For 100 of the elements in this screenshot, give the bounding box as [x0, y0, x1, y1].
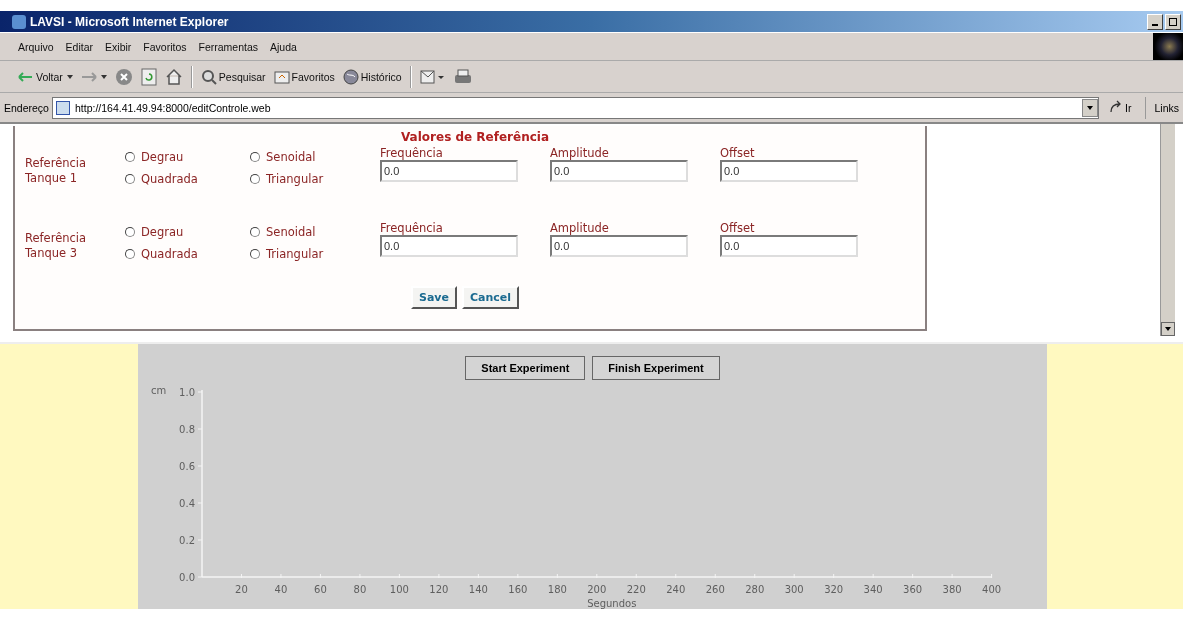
tick-label: 100	[389, 584, 409, 595]
stop-icon	[114, 67, 133, 86]
page-icon	[55, 100, 70, 115]
tick-label: 400	[981, 584, 1001, 595]
home-button[interactable]	[164, 68, 183, 85]
option-label: Degrau	[141, 150, 184, 164]
scrollbar[interactable]	[1160, 124, 1175, 336]
tick-label: 160	[507, 584, 527, 595]
radio-option[interactable]: Degrau	[125, 148, 250, 166]
tick-label: 80	[353, 584, 366, 595]
printer-icon	[453, 68, 472, 85]
field-label: Frequência	[380, 221, 444, 235]
menu-item[interactable]: Favoritos	[143, 40, 187, 53]
menu-item[interactable]: Editar	[65, 40, 94, 53]
cancel-button[interactable]: Cancel	[461, 286, 520, 309]
tick-label: 120	[428, 584, 448, 595]
mail-button[interactable]	[419, 68, 446, 85]
input-field[interactable]: 0.0	[550, 160, 688, 182]
option-label: Quadrada	[141, 247, 198, 261]
field-label: Amplitude	[550, 221, 610, 235]
option-label: Triangular	[266, 172, 324, 186]
tick-label: 240	[665, 584, 685, 595]
history-button[interactable]: Histórico	[342, 68, 402, 85]
back-button[interactable]: Voltar	[18, 70, 63, 83]
input-field[interactable]: 0.0	[720, 235, 858, 257]
tick-label: 220	[626, 584, 646, 595]
radio-button[interactable]	[250, 174, 260, 184]
radio-button[interactable]	[125, 174, 135, 184]
input-field[interactable]: 0.0	[550, 235, 688, 257]
input-field[interactable]: 0.0	[720, 160, 858, 182]
input-field[interactable]: 0.0	[380, 235, 518, 257]
favorites-button[interactable]: Favoritos	[273, 69, 335, 84]
radio-button[interactable]	[250, 249, 260, 259]
tick-label: 0.6	[178, 461, 195, 472]
radio-option[interactable]: Quadrada	[125, 245, 250, 263]
window-title: LAVSI - Microsoft Internet Explorer	[30, 14, 230, 29]
tick-label: 140	[468, 584, 488, 595]
save-button[interactable]: Save	[410, 286, 457, 309]
tick-label: 320	[823, 584, 843, 595]
minimize-button[interactable]	[1147, 13, 1163, 30]
row-label: Referência Tanque 1	[25, 155, 88, 187]
radio-button[interactable]	[125, 152, 135, 162]
go-button[interactable]: Ir	[1099, 96, 1147, 119]
address-field[interactable]: http://164.41.49.94:8000/editControle.web	[51, 96, 1100, 119]
tick-label: 0.2	[178, 535, 195, 546]
tick-label: 280	[744, 584, 764, 595]
search-icon	[200, 68, 217, 85]
radio-option[interactable]: Triangular	[250, 245, 370, 263]
option-label: Degrau	[141, 225, 184, 239]
arrow-left-icon	[18, 70, 34, 83]
scroll-down-button[interactable]	[1161, 322, 1175, 336]
option-label: Triangular	[266, 247, 324, 261]
radio-button[interactable]	[250, 227, 260, 237]
globe-icon	[342, 68, 359, 85]
radio-button[interactable]	[250, 152, 260, 162]
field-label: Amplitude	[550, 146, 610, 160]
radio-button[interactable]	[125, 227, 135, 237]
tick-label: 40	[274, 584, 287, 595]
tick-label: 380	[942, 584, 962, 595]
tick-label: 0.0	[178, 572, 195, 583]
radio-button[interactable]	[125, 249, 135, 259]
input-field[interactable]: 0.0	[380, 160, 518, 182]
option-label: Senoidal	[266, 225, 316, 239]
dropdown-button[interactable]	[1082, 98, 1099, 117]
radio-option[interactable]: Senoidal	[250, 223, 370, 241]
option-label: Senoidal	[266, 150, 316, 164]
menu-item[interactable]: Ferramentas	[198, 40, 259, 53]
radio-option[interactable]: Senoidal	[250, 148, 370, 166]
field-label: Offset	[720, 221, 756, 235]
menu-item[interactable]: Ajuda	[270, 40, 297, 53]
field-label: Frequência	[380, 146, 444, 160]
printer-button[interactable]	[453, 68, 472, 85]
radio-option[interactable]: Triangular	[250, 170, 370, 188]
refresh-icon	[140, 67, 157, 86]
tick-label: 340	[863, 584, 883, 595]
stop-button[interactable]	[114, 67, 133, 86]
row-label: Referência Tanque 3	[25, 230, 88, 262]
search-button[interactable]: Pesquisar	[200, 68, 266, 85]
finish-button[interactable]: Finish Experiment	[592, 356, 720, 380]
start-button[interactable]: Start Experiment	[465, 356, 586, 380]
menu-item[interactable]: Arquivo	[18, 40, 54, 53]
mail-icon	[419, 68, 446, 85]
tick-label: 300	[784, 584, 804, 595]
tick-label: 200	[586, 584, 606, 595]
option-label: Quadrada	[141, 172, 198, 186]
tick-label: 180	[547, 584, 567, 595]
tick-label: 20	[234, 584, 248, 595]
tick-label: 1.0	[178, 387, 195, 398]
tick-label: 360	[902, 584, 922, 595]
menu-item[interactable]: Exibir	[105, 40, 132, 53]
refresh-button[interactable]	[140, 67, 157, 86]
restore-button[interactable]	[1165, 13, 1181, 30]
tick-label: 60	[313, 584, 327, 595]
radio-option[interactable]: Degrau	[125, 223, 250, 241]
links-button[interactable]: Links	[1146, 101, 1183, 114]
tick-label: 0.8	[178, 424, 195, 435]
axis-title: cm	[150, 385, 166, 396]
axis-title: Segundos	[586, 598, 636, 609]
home-icon	[164, 68, 183, 85]
radio-option[interactable]: Quadrada	[125, 170, 250, 188]
